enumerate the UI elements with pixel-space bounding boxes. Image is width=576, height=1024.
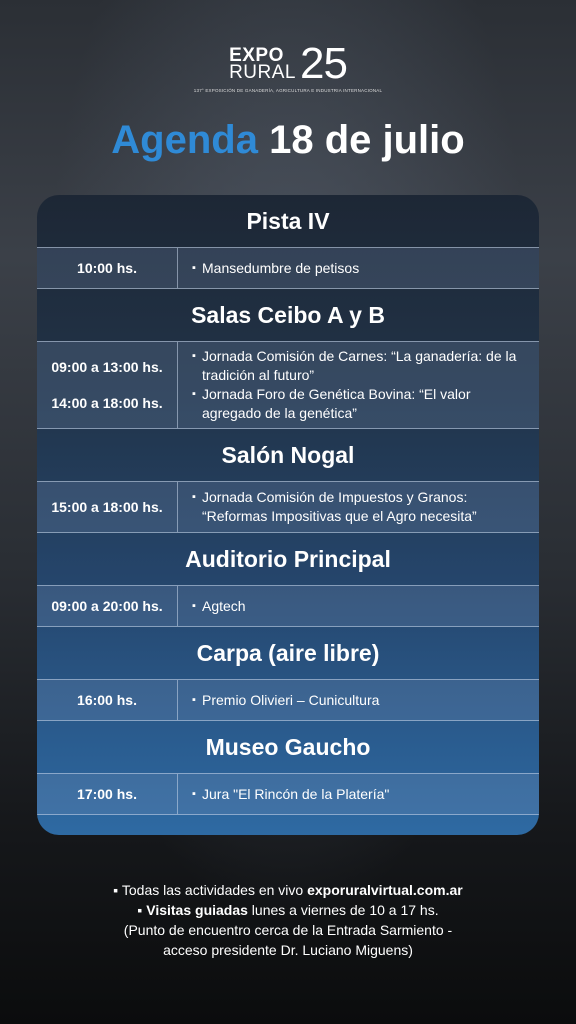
section-title: Salas Ceibo A y B [191,301,385,328]
title-accent: Agenda [111,118,258,162]
time-cell: 16:00 hs. [37,680,178,720]
visits-text: lunes a viernes de 10 a 17 hs. [247,902,439,918]
desc-cell: Premio Olivieri – Cunicultura [178,680,539,720]
time-text: 15:00 a 18:00 hs. [51,499,163,515]
time-text: 14:00 a 18:00 hs. [51,395,163,411]
footer-notes: ▪ Todas las actividades en vivo exporura… [0,880,576,960]
desc-cell: Jornada Comisión de Carnes: “La ganaderí… [178,342,539,428]
logo-line2: RURAL [229,62,296,83]
time-text: 17:00 hs. [77,786,137,802]
section-title: Salón Nogal [221,441,355,468]
activity-item: Jura "El Rincón de la Platería" [192,785,529,804]
schedule-row: 10:00 hs. Mansedumbre de petisos [37,247,539,289]
agenda-card: Pista IV 10:00 hs. Mansedumbre de petiso… [37,195,539,835]
footer-line-visits: ▪ Visitas guiadas lunes a viernes de 10 … [0,900,576,920]
logo-number: 25 [299,39,348,88]
footer-line-meeting: (Punto de encuentro cerca de la Entrada … [123,922,453,938]
activity-item: Mansedumbre de petisos [192,259,529,278]
desc-cell: Jura "El Rincón de la Platería" [178,774,539,814]
schedule-row: 15:00 a 18:00 hs. Jornada Comisión de Im… [37,481,539,533]
time-cell: 15:00 a 18:00 hs. [37,482,178,532]
section-title: Pista IV [246,207,330,234]
schedule-row: 17:00 hs. Jura "El Rincón de la Platería… [37,773,539,815]
time-text: 09:00 a 13:00 hs. [51,359,163,375]
logo-subtitle: 137° EXPOSICIÓN DE GANADERÍA, AGRICULTUR… [193,88,383,93]
time-text: 09:00 a 20:00 hs. [51,598,163,614]
time-cell: 09:00 a 13:00 hs. 14:00 a 18:00 hs. [37,342,178,428]
live-link[interactable]: exporuralvirtual.com.ar [307,882,463,898]
desc-cell: Mansedumbre de petisos [178,248,539,288]
page-title: Agenda 18 de julio [0,118,576,163]
desc-cell: Jornada Comisión de Impuestos y Granos: … [178,482,539,532]
activity-item: Premio Olivieri – Cunicultura [192,691,529,710]
activity-item: Jornada Comisión de Carnes: “La ganaderí… [192,347,529,385]
live-text: ▪ Todas las actividades en vivo [113,882,308,898]
desc-cell: Agtech [178,586,539,626]
time-cell: 10:00 hs. [37,248,178,288]
section-title: Carpa (aire libre) [196,639,380,666]
title-date: 18 de julio [269,118,465,162]
time-cell: 17:00 hs. [37,774,178,814]
activity-item: Agtech [192,597,529,616]
footer-line-access: acceso presidente Dr. Luciano Miguens) [163,942,413,958]
expo-rural-logo: EXPO RURAL 25 137° EXPOSICIÓN DE GANADER… [0,39,576,94]
time-text: 16:00 hs. [77,692,137,708]
time-cell: 09:00 a 20:00 hs. [37,586,178,626]
activity-item: Jornada Comisión de Impuestos y Granos: … [192,488,529,526]
activity-item: Jornada Foro de Genética Bovina: “El val… [192,385,529,423]
time-text: 10:00 hs. [77,260,137,276]
schedule-row: 09:00 a 13:00 hs. 14:00 a 18:00 hs. Jorn… [37,341,539,429]
schedule-row: 09:00 a 20:00 hs. Agtech [37,585,539,627]
schedule-row: 16:00 hs. Premio Olivieri – Cunicultura [37,679,539,721]
section-title: Auditorio Principal [185,545,391,572]
visits-label: ▪ Visitas guiadas [137,902,248,918]
footer-line-live: ▪ Todas las actividades en vivo exporura… [0,880,576,900]
section-title: Museo Gaucho [205,733,371,760]
